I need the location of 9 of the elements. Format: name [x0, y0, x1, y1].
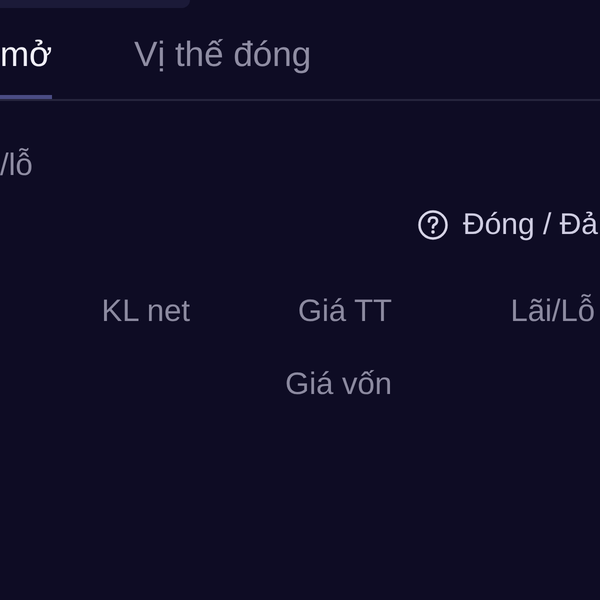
column-header: Lãi/Lỗ	[510, 293, 595, 328]
column-header: KL net	[102, 293, 190, 328]
column-header: Giá TT	[298, 293, 392, 328]
tab[interactable]: mở	[0, 8, 52, 99]
column-subheader: Giá vốn	[285, 366, 392, 401]
tab[interactable]: Vị thế đóng	[134, 8, 312, 99]
profit-loss-label: /lỗ	[0, 147, 33, 182]
close-reverse-button[interactable]: Đóng / Đả	[418, 207, 598, 243]
help-icon	[418, 210, 448, 240]
